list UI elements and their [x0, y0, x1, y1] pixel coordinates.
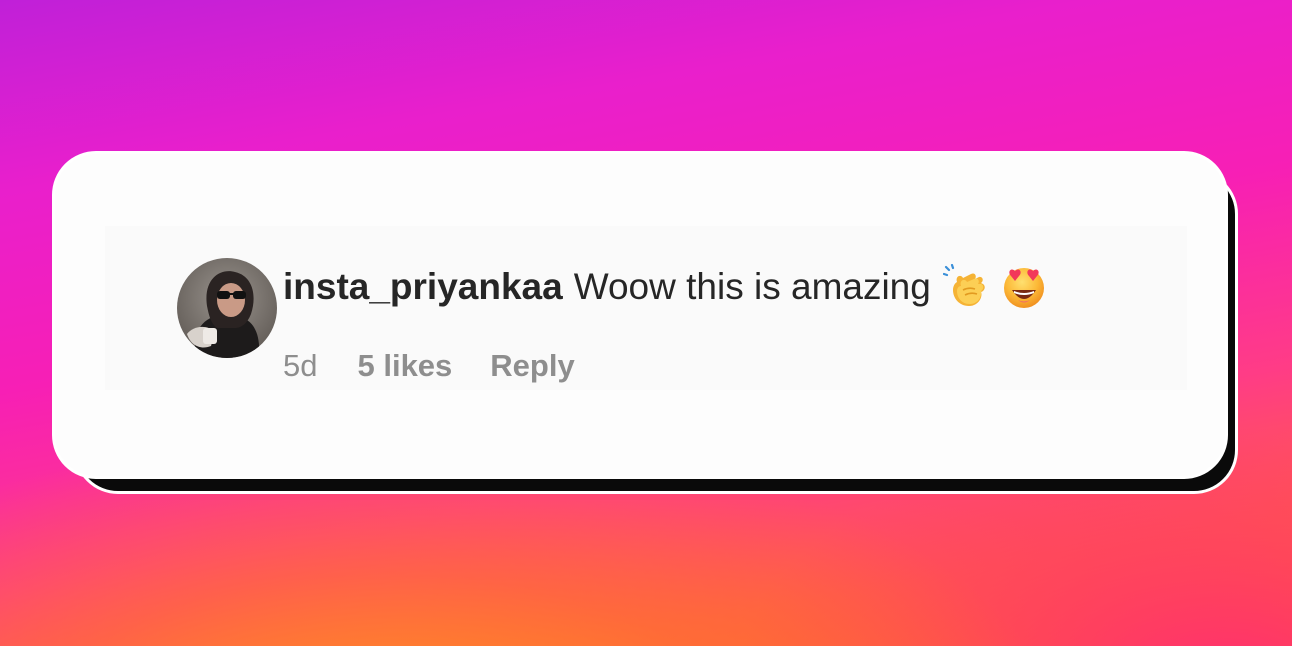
heart-eyes-emoji-icon	[1001, 264, 1047, 310]
reply-button[interactable]: Reply	[490, 348, 574, 384]
username-link[interactable]: insta_priyankaa	[283, 266, 563, 308]
comment-text: Woow this is amazing	[573, 266, 931, 307]
comment-line: insta_priyankaa Woow this is amazing	[283, 264, 1047, 310]
comment-row: insta_priyankaa Woow this is amazing 5d …	[105, 226, 1187, 390]
comment-timestamp: 5d	[283, 348, 318, 383]
likes-count-link[interactable]: 5 likes	[357, 348, 452, 384]
comment-meta: 5d 5 likes Reply	[283, 348, 575, 384]
avatar[interactable]	[177, 258, 277, 358]
comment-card: insta_priyankaa Woow this is amazing 5d …	[52, 151, 1228, 479]
clapping-hands-emoji-icon	[942, 264, 989, 310]
